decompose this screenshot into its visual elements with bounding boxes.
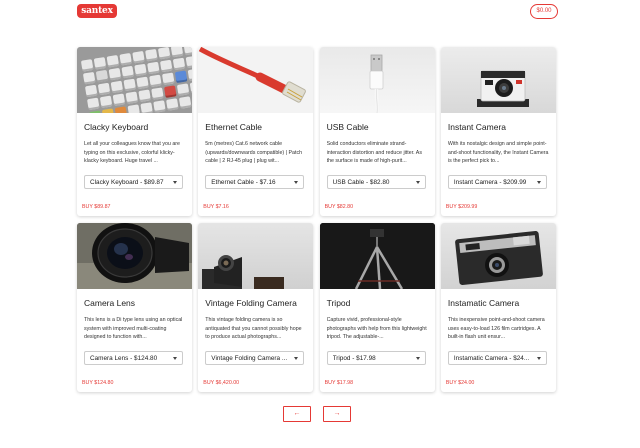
chevron-down-icon (415, 357, 420, 360)
variant-select[interactable]: Instamatic Camera - $24... (447, 351, 547, 365)
variant-select[interactable]: Clacky Keyboard - $89.87 (84, 175, 183, 189)
product-description: 5m (metres) Cat.6 network cable (upwards… (205, 141, 303, 165)
product-description: Capture vivid, professional-style photog… (326, 317, 427, 341)
buy-button[interactable]: BUY $7.16 (203, 204, 229, 210)
variant-select-value: Instant Camera - $209.99 (453, 179, 527, 186)
product-card: Camera Lens This lens is a Di type lens … (77, 223, 192, 392)
variant-select-value: Tripod - $17.98 (332, 355, 376, 362)
product-title[interactable]: Vintage Folding Camera (205, 298, 297, 308)
product-card: Tripod Capture vivid, professional-style… (319, 223, 435, 392)
variant-select-value: Camera Lens - $124.80 (90, 355, 158, 362)
variant-select[interactable]: Tripod - $17.98 (326, 351, 426, 365)
keyboard-keys (80, 47, 192, 113)
variant-select[interactable]: Vintage Folding Camera ... (205, 351, 305, 365)
variant-select-value: Instamatic Camera - $24... (453, 355, 530, 362)
chevron-down-icon (536, 357, 541, 360)
variant-select[interactable]: Ethernet Cable - $7.16 (205, 175, 305, 189)
usb-cable-drawing (369, 54, 383, 113)
variant-select[interactable]: Camera Lens - $124.80 (84, 351, 183, 365)
product-card: Instamatic Camera This inexpensive point… (440, 223, 556, 392)
buy-button[interactable]: BUY $82.80 (325, 204, 353, 210)
buy-button[interactable]: BUY $209.99 (446, 204, 477, 210)
buy-button[interactable]: BUY $17.98 (325, 380, 353, 386)
buy-button[interactable]: BUY $24.00 (446, 380, 474, 386)
chevron-down-icon (294, 181, 299, 184)
header: santex $0.00 (0, 0, 640, 24)
brand-logo[interactable]: santex (77, 4, 117, 18)
vintage-camera-drawing (202, 255, 285, 289)
product-card: Ethernet Cable 5m (metres) Cat.6 network… (198, 47, 314, 216)
buy-button[interactable]: BUY $89.87 (82, 204, 110, 210)
ethernet-cable-drawing (199, 47, 307, 103)
variant-select[interactable]: USB Cable - $82.80 (326, 175, 426, 189)
product-title[interactable]: Tripod (327, 298, 351, 308)
instamatic-camera-drawing (455, 231, 543, 285)
tripod-drawing (319, 223, 435, 289)
chevron-down-icon (173, 357, 177, 360)
product-description: This lens is a Di type lens using an opt… (84, 317, 183, 341)
cart-total-button[interactable]: $0.00 (530, 4, 558, 19)
next-page-button[interactable]: → (323, 406, 351, 422)
product-description: Solid conductors eliminate strand-intera… (326, 141, 422, 165)
product-card: Instant Camera With its nostalgic design… (440, 47, 556, 216)
usb-cable-image[interactable] (319, 47, 435, 113)
chevron-down-icon (536, 181, 541, 184)
camera-lens-drawing (77, 223, 192, 289)
product-title[interactable]: Clacky Keyboard (84, 122, 148, 132)
chevron-down-icon (415, 181, 420, 184)
instant-camera-drawing (476, 70, 529, 107)
variant-select-value: Vintage Folding Camera ... (211, 355, 288, 362)
product-card: USB Cable Solid conductors eliminate str… (319, 47, 435, 216)
vintage-camera-image[interactable] (198, 223, 314, 289)
buy-button[interactable]: BUY $6,420.00 (203, 380, 239, 386)
product-grid: Clacky Keyboard Let all your colleagues … (77, 47, 556, 392)
product-title[interactable]: Camera Lens (84, 298, 135, 308)
instant-camera-image[interactable] (440, 47, 556, 113)
product-card: Vintage Folding Camera This vintage fold… (198, 223, 314, 392)
instamatic-camera-image[interactable] (440, 223, 556, 289)
product-description: This inexpensive point-and-shoot camera … (447, 317, 545, 341)
product-description: Let all your colleagues know that you ar… (84, 141, 180, 165)
previous-page-button[interactable]: ← (283, 406, 311, 422)
camera-lens-image[interactable] (77, 223, 192, 289)
ethernet-cable-image[interactable] (198, 47, 314, 113)
product-description: This vintage folding camera is so antiqu… (205, 317, 302, 341)
product-description: With its nostalgic design and simple poi… (447, 141, 549, 165)
variant-select-value: USB Cable - $82.80 (332, 179, 390, 186)
product-title[interactable]: Instant Camera (448, 122, 506, 132)
variant-select-value: Ethernet Cable - $7.16 (211, 179, 276, 186)
chevron-down-icon (294, 357, 299, 360)
buy-button[interactable]: BUY $124.80 (82, 380, 113, 386)
variant-select[interactable]: Instant Camera - $209.99 (447, 175, 547, 189)
product-card: Clacky Keyboard Let all your colleagues … (77, 47, 192, 216)
variant-select-value: Clacky Keyboard - $89.87 (90, 179, 164, 186)
tripod-image[interactable] (319, 223, 435, 289)
product-title[interactable]: Ethernet Cable (205, 122, 262, 132)
chevron-down-icon (173, 181, 177, 184)
keyboard-image[interactable] (77, 47, 192, 113)
product-title[interactable]: Instamatic Camera (448, 298, 519, 308)
product-title[interactable]: USB Cable (327, 122, 369, 132)
